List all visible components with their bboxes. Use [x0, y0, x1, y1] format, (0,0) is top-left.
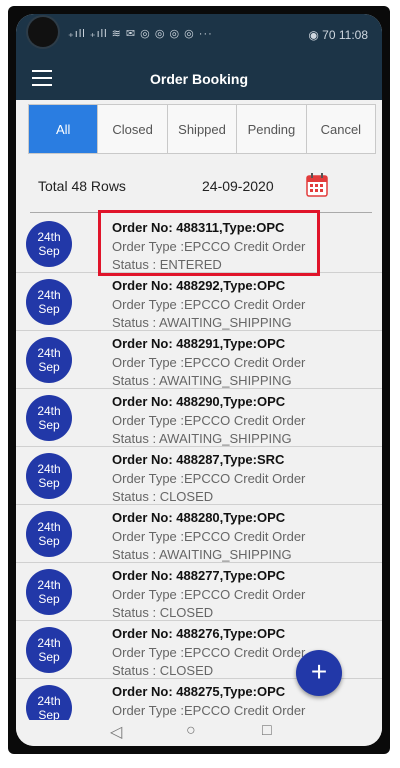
order-type: Order Type :EPCCO Credit Order	[112, 645, 306, 660]
system-nav-bar: ◁ ○ □	[16, 720, 382, 746]
tab-closed[interactable]: Closed	[98, 105, 168, 153]
list-item[interactable]: 24th Sep Order No: 488291,Type:OPC Order …	[16, 330, 382, 389]
date-badge: 24th Sep	[26, 569, 72, 615]
order-number: Order No: 488276,Type:OPC	[112, 626, 286, 641]
date-badge: 24th Sep	[26, 511, 72, 557]
order-type: Order Type :EPCCO Credit Order	[112, 529, 306, 544]
order-type: Order Type :EPCCO Credit Order	[112, 587, 306, 602]
tab-cancel[interactable]: Cancel	[307, 105, 375, 153]
page-title: Order Booking	[149, 71, 248, 87]
order-type: Order Type :EPCCO Credit Order	[112, 413, 306, 428]
phone-screen: ₊ıll ₊ıll ≋ ✉ ◎ ◎ ◎ ◎ ··· ◉ 70 11:08 Ord…	[16, 14, 382, 746]
order-type: Order Type :EPCCO Credit Order	[112, 355, 306, 370]
app-bar: Order Booking	[16, 58, 382, 100]
order-number: Order No: 488277,Type:OPC	[112, 568, 286, 583]
status-bar: ₊ıll ₊ıll ≋ ✉ ◎ ◎ ◎ ◎ ··· ◉ 70 11:08	[16, 14, 382, 58]
back-icon[interactable]: ◁	[110, 722, 122, 742]
list-item[interactable]: 24th Sep Order No: 488280,Type:OPC Order …	[16, 504, 382, 563]
tab-shipped[interactable]: Shipped	[168, 105, 238, 153]
order-type: Order Type :EPCCO Credit Order	[112, 297, 306, 312]
calendar-icon[interactable]	[306, 173, 328, 197]
camera-icon	[28, 17, 58, 47]
status-time: ◉ 70 11:08	[308, 28, 368, 42]
status-icons: ₊ıll ₊ıll ≋ ✉ ◎ ◎ ◎ ◎ ···	[68, 28, 213, 40]
highlight-box	[98, 210, 320, 276]
order-type: Order Type :EPCCO Credit Order	[112, 703, 306, 718]
filter-tabs: All Closed Shipped Pending Cancel	[28, 104, 376, 154]
date-badge: 24th Sep	[26, 279, 72, 325]
date-badge: 24th Sep	[26, 337, 72, 383]
date-badge: 24th Sep	[26, 221, 72, 267]
date-badge: 24th Sep	[26, 395, 72, 441]
home-icon[interactable]: ○	[186, 722, 196, 740]
order-status: Status : CLOSED	[112, 489, 214, 504]
order-status: Status : AWAITING_SHIPPING	[112, 315, 292, 330]
total-rows: Total 48 Rows	[38, 178, 126, 194]
date-badge: 24th Sep	[26, 453, 72, 499]
list-item[interactable]: 24th Sep Order No: 488290,Type:OPC Order …	[16, 388, 382, 447]
order-number: Order No: 488275,Type:OPC	[112, 684, 286, 699]
list-item[interactable]: 24th Sep Order No: 488287,Type:SRC Order …	[16, 446, 382, 505]
add-order-button[interactable]: +	[296, 650, 342, 696]
order-number: Order No: 488280,Type:OPC	[112, 510, 286, 525]
tab-pending[interactable]: Pending	[237, 105, 307, 153]
order-status: Status : AWAITING_SHIPPING	[112, 431, 292, 446]
selected-date: 24-09-2020	[202, 178, 274, 194]
order-number: Order No: 488287,Type:SRC	[112, 452, 285, 467]
order-number: Order No: 488292,Type:OPC	[112, 278, 286, 293]
recent-apps-icon[interactable]: □	[262, 722, 272, 740]
order-status: Status : AWAITING_SHIPPING	[112, 547, 292, 562]
tab-all[interactable]: All	[29, 105, 99, 153]
order-number: Order No: 488291,Type:OPC	[112, 336, 286, 351]
list-item[interactable]: 24th Sep Order No: 488292,Type:OPC Order …	[16, 272, 382, 331]
list-item[interactable]: 24th Sep Order No: 488277,Type:OPC Order …	[16, 562, 382, 621]
order-status: Status : AWAITING_SHIPPING	[112, 373, 292, 388]
order-type: Order Type :EPCCO Credit Order	[112, 471, 306, 486]
order-number: Order No: 488290,Type:OPC	[112, 394, 286, 409]
date-badge: 24th Sep	[26, 627, 72, 673]
order-status: Status : CLOSED	[112, 605, 214, 620]
summary-bar: Total 48 Rows 24-09-2020	[16, 169, 382, 213]
order-status: Status : CLOSED	[112, 663, 214, 678]
